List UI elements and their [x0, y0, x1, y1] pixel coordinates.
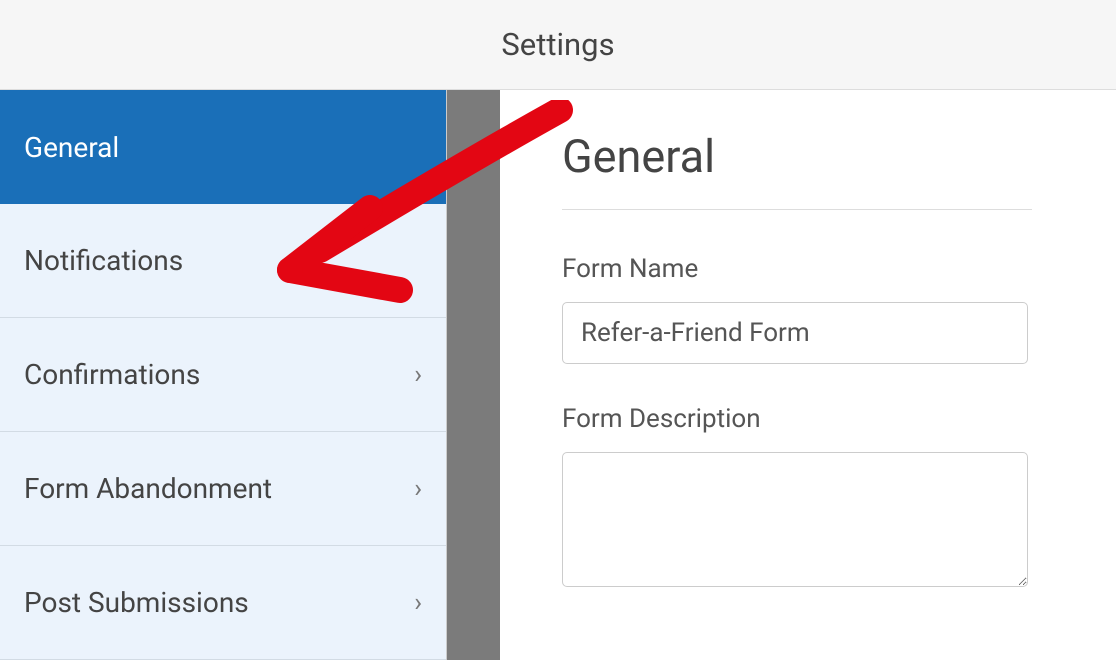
sidebar-item-post-submissions[interactable]: Post Submissions ›	[0, 546, 446, 660]
heading-divider	[562, 209, 1032, 210]
sidebar-item-label: Confirmations	[24, 358, 200, 391]
sidebar-item-label: Form Abandonment	[24, 472, 272, 505]
settings-sidebar: General Notifications Confirmations › Fo…	[0, 90, 447, 660]
sidebar-item-confirmations[interactable]: Confirmations ›	[0, 318, 446, 432]
sidebar-item-label: Post Submissions	[24, 586, 249, 619]
form-name-group: Form Name	[562, 254, 1066, 364]
chevron-right-icon: ›	[414, 588, 422, 618]
page-title: Settings	[501, 26, 614, 63]
sidebar-item-form-abandonment[interactable]: Form Abandonment ›	[0, 432, 446, 546]
form-description-label: Form Description	[562, 404, 1066, 434]
settings-main-panel: General Form Name Form Description	[500, 90, 1116, 660]
sidebar-item-label: General	[24, 131, 119, 164]
form-description-input[interactable]	[562, 452, 1028, 587]
form-name-input[interactable]	[562, 302, 1028, 364]
sidebar-item-general[interactable]: General	[0, 90, 446, 204]
settings-header: Settings	[0, 0, 1116, 90]
panel-heading: General	[562, 130, 1066, 183]
chevron-right-icon: ›	[414, 360, 422, 390]
main-container: General Notifications Confirmations › Fo…	[0, 90, 1116, 660]
panel-divider	[447, 90, 500, 660]
sidebar-item-label: Notifications	[24, 244, 183, 277]
form-name-label: Form Name	[562, 254, 1066, 284]
sidebar-item-notifications[interactable]: Notifications	[0, 204, 446, 318]
form-description-group: Form Description	[562, 404, 1066, 591]
chevron-right-icon: ›	[414, 474, 422, 504]
